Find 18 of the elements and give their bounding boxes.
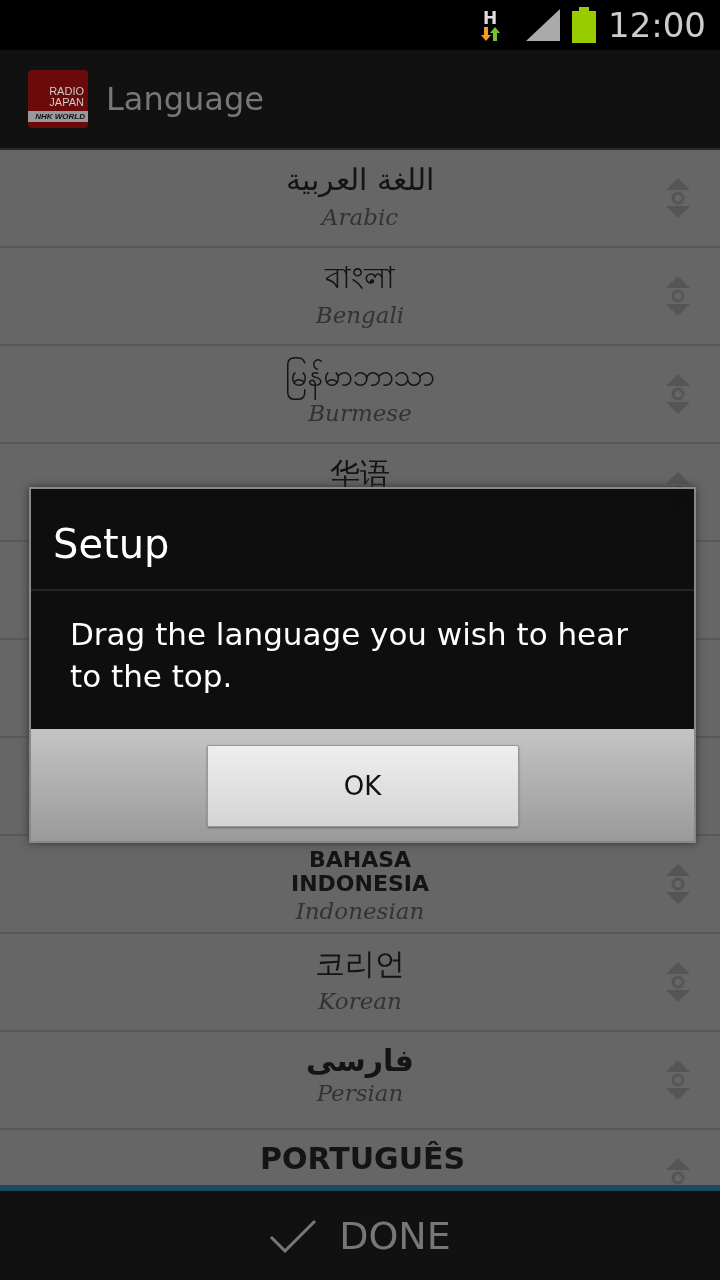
checkmark-icon: [269, 1218, 318, 1253]
language-native-name: BAHASA INDONESIA: [289, 848, 431, 896]
done-button[interactable]: DONE: [259, 1213, 461, 1258]
language-native-name: বাংলা: [325, 259, 395, 297]
language-native-name: فارسی: [305, 1044, 414, 1078]
ok-button[interactable]: OK: [206, 745, 519, 827]
screen-title: Language: [106, 80, 264, 118]
network-type: H: [482, 9, 498, 27]
language-native-name: اللغة العربية: [286, 161, 434, 200]
app-logo: RADIO JAPAN NHK WORLD: [28, 70, 88, 128]
dialog-message: Drag the language you wish to hear to the top.: [69, 615, 629, 696]
language-native-name: မြန်မာဘာသာ: [285, 354, 435, 398]
language-native-name: 코리언: [315, 945, 405, 983]
signal-icon: [526, 9, 560, 41]
battery-icon: [572, 7, 596, 43]
clock: 12:00: [608, 5, 706, 45]
dialog-title: Setup: [31, 489, 694, 591]
data-arrows-icon: [480, 27, 500, 41]
